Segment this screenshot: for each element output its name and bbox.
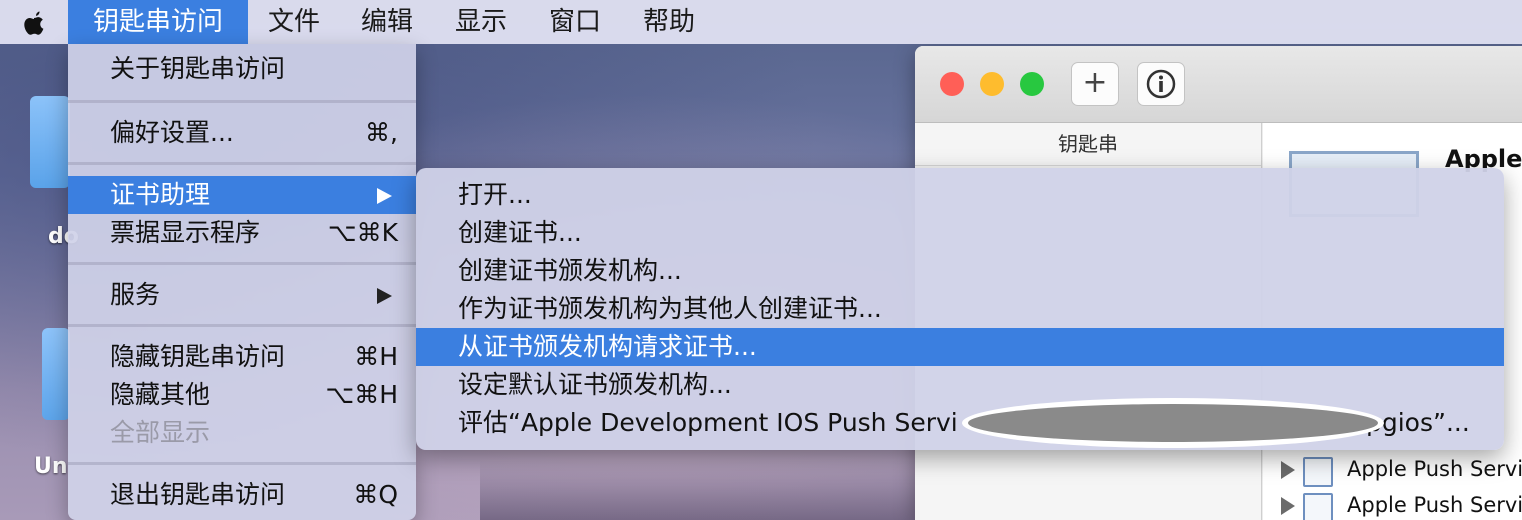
menu-bar: 钥匙串访问 文件 编辑 显示 窗口 帮助 — [0, 0, 1522, 44]
minimize-button[interactable] — [980, 72, 1004, 96]
disclosure-triangle-icon[interactable] — [1281, 461, 1295, 479]
list-item-label: Apple Push Servi — [1347, 493, 1522, 517]
menu-file[interactable]: 文件 — [268, 0, 320, 44]
list-item[interactable]: Apple Push Servi — [1263, 489, 1522, 520]
list-item-label: Apple Push Servi — [1347, 457, 1522, 481]
shortcut-label: ⌘Q — [353, 480, 398, 509]
window-titlebar: + — [915, 46, 1522, 123]
desktop-folder-icon[interactable] — [42, 328, 70, 420]
menu-keychain-access[interactable]: 钥匙串访问 — [68, 0, 248, 44]
sidebar-header: 钥匙串 — [915, 123, 1261, 166]
list-item[interactable]: Apple Push Servi — [1263, 453, 1522, 489]
add-button[interactable]: + — [1071, 62, 1119, 106]
menu-item-hide-app[interactable]: 隐藏钥匙串访问 ⌘H — [68, 338, 416, 376]
menu-separator — [68, 324, 416, 327]
menu-item-preferences[interactable]: 偏好设置... ⌘, — [68, 114, 416, 152]
plus-icon: + — [1082, 65, 1108, 100]
menu-window[interactable]: 窗口 — [549, 0, 601, 44]
shortcut-label: ⌘H — [354, 342, 398, 371]
menu-item-about[interactable]: 关于钥匙串访问 — [68, 50, 416, 88]
submenu-item-create-ca[interactable]: 创建证书颁发机构... — [416, 252, 1504, 290]
menu-item-services[interactable]: 服务 — [68, 276, 416, 314]
submenu-item-create-certificate[interactable]: 创建证书... — [416, 214, 1504, 252]
menu-item-hide-others[interactable]: 隐藏其他 ⌥⌘H — [68, 376, 416, 414]
desktop-label-2[interactable]: Un — [34, 454, 68, 479]
apple-logo-icon[interactable] — [20, 8, 48, 38]
submenu-item-create-for-others[interactable]: 作为证书颁发机构为其他人创建证书... — [416, 290, 1504, 328]
menu-help[interactable]: 帮助 — [643, 0, 695, 44]
close-button[interactable] — [940, 72, 964, 96]
menu-item-certificate-assistant[interactable]: 证书助理 — [68, 176, 416, 214]
shortcut-label: ⌘, — [365, 118, 398, 147]
submenu-item-request-from-ca[interactable]: 从证书颁发机构请求证书... — [416, 328, 1504, 366]
desktop-folder-icon[interactable] — [30, 96, 70, 188]
shortcut-label: ⌥⌘H — [325, 380, 398, 409]
keychain-access-menu: 关于钥匙串访问 偏好设置... ⌘, 证书助理 票据显示程序 ⌥⌘K 服务 隐藏… — [68, 44, 416, 520]
menu-separator — [68, 462, 416, 465]
menu-view[interactable]: 显示 — [455, 0, 507, 44]
menu-separator — [68, 162, 416, 165]
disclosure-triangle-icon[interactable] — [1281, 497, 1295, 515]
redaction-mark — [968, 404, 1378, 442]
certificate-icon — [1303, 493, 1333, 520]
menu-item-ticket-viewer[interactable]: 票据显示程序 ⌥⌘K — [68, 214, 416, 252]
info-icon — [1146, 69, 1176, 99]
zoom-button[interactable] — [1020, 72, 1044, 96]
menu-separator — [68, 100, 416, 103]
menu-item-quit[interactable]: 退出钥匙串访问 ⌘Q — [68, 476, 416, 514]
wallpaper-mountain — [480, 460, 930, 520]
submenu-item-set-default-ca[interactable]: 设定默认证书颁发机构... — [416, 366, 1504, 404]
certificate-assistant-submenu: 打开... 创建证书... 创建证书颁发机构... 作为证书颁发机构为其他人创建… — [416, 168, 1504, 450]
menu-separator — [68, 262, 416, 265]
shortcut-label: ⌥⌘K — [327, 218, 398, 247]
menu-item-show-all: 全部显示 — [110, 418, 211, 447]
submenu-item-open[interactable]: 打开... — [416, 176, 1504, 214]
submenu-arrow-icon — [377, 288, 392, 304]
certificate-icon — [1303, 457, 1333, 487]
submenu-item-evaluate-suffix: pgios”... — [1366, 408, 1470, 437]
menu-edit[interactable]: 编辑 — [361, 0, 413, 44]
info-button[interactable] — [1137, 62, 1185, 106]
submenu-arrow-icon — [377, 188, 392, 204]
